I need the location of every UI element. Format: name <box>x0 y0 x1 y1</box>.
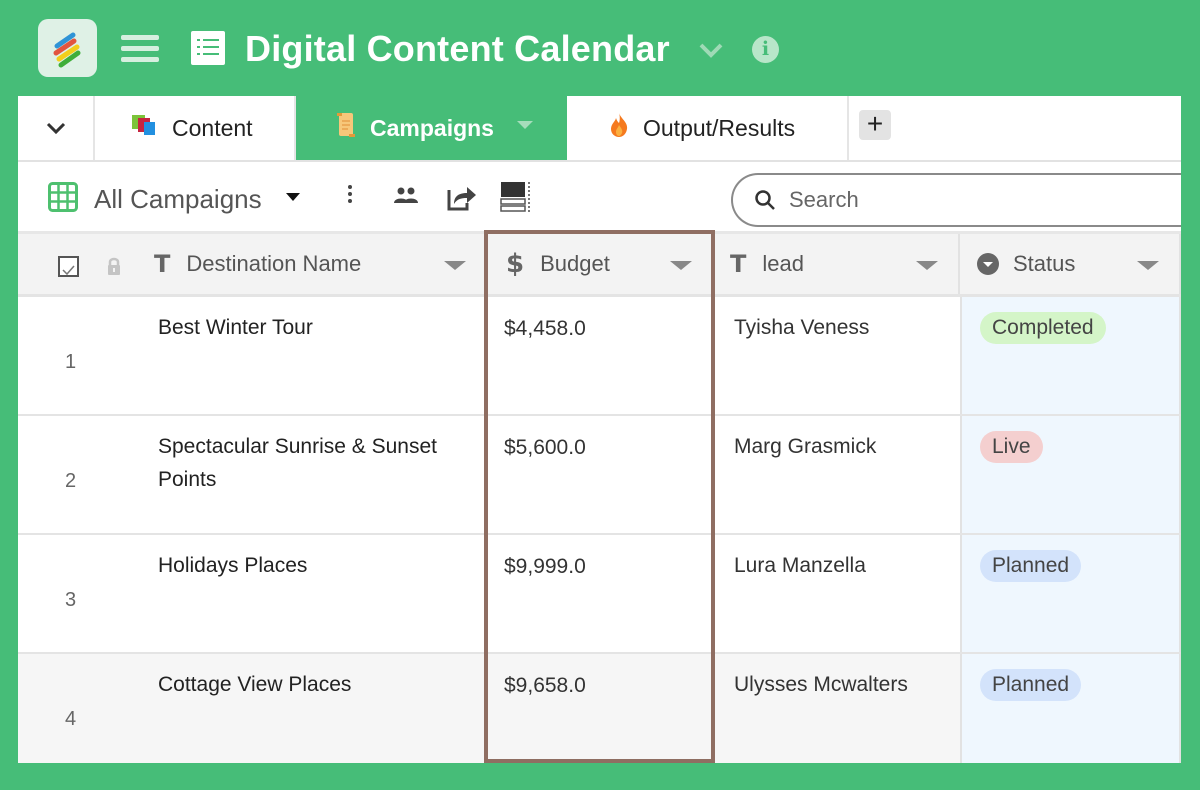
destination-name-cell[interactable]: Holidays Places <box>158 549 478 582</box>
column-header-status[interactable]: Status <box>960 234 1181 294</box>
budget-cell[interactable]: $5,600.0 <box>504 436 586 460</box>
status-badge: Planned <box>980 550 1082 582</box>
fire-icon <box>609 112 629 144</box>
search-input[interactable] <box>789 184 1169 216</box>
select-all-checkbox[interactable] <box>58 256 79 277</box>
row-number: 4 <box>65 708 77 730</box>
app-title[interactable]: Digital Content Calendar <box>245 26 670 72</box>
tab-dropdown-caret-icon[interactable] <box>516 121 533 129</box>
tab-label: Campaigns <box>370 114 494 141</box>
table-row[interactable]: 2 Spectacular Sunrise & Sunset Points $5… <box>18 416 1181 535</box>
table-row[interactable]: 3 Holidays Places $9,999.0 Lura Manzella… <box>18 535 1181 654</box>
column-header-lead[interactable]: T lead <box>714 234 960 294</box>
row-height-icon[interactable] <box>500 181 532 212</box>
status-cell[interactable]: Planned <box>960 535 1181 652</box>
tab-campaigns[interactable]: Campaigns <box>296 96 567 160</box>
lead-cell[interactable]: Ulysses Mcwalters <box>734 668 908 701</box>
tab-content[interactable]: Content <box>95 96 296 160</box>
budget-cell[interactable]: $9,999.0 <box>504 555 586 579</box>
column-menu-caret-icon[interactable] <box>444 261 466 270</box>
list-document-icon <box>191 31 225 65</box>
tab-bar: Content Campaigns Output/Results + <box>18 96 1181 162</box>
status-cell[interactable]: Completed <box>960 297 1181 414</box>
text-type-icon: T <box>730 250 747 278</box>
table-row[interactable]: 4 Cottage View Places $9,658.0 Ulysses M… <box>18 654 1181 763</box>
column-label: Status <box>1013 251 1076 276</box>
search-icon <box>753 188 777 217</box>
column-menu-caret-icon[interactable] <box>1137 261 1159 270</box>
collapse-tabs-button[interactable] <box>18 96 95 160</box>
column-label: Budget <box>540 251 610 276</box>
row-number: 1 <box>65 351 77 373</box>
view-toolbar: All Campaigns <box>18 162 1181 234</box>
lead-cell[interactable]: Marg Grasmick <box>734 430 876 463</box>
hamburger-menu-icon[interactable] <box>121 35 159 65</box>
row-number: 2 <box>65 470 77 492</box>
status-cell[interactable]: Planned <box>960 654 1181 763</box>
lock-icon <box>106 256 122 282</box>
column-label: Destination Name <box>186 251 362 276</box>
column-menu-caret-icon[interactable] <box>670 261 692 270</box>
column-header-budget[interactable]: $ Budget <box>488 234 714 294</box>
status-cell[interactable]: Live <box>960 416 1181 533</box>
grid-header: T Destination Name $ Budget T lead Statu… <box>18 234 1181 297</box>
chevron-down-icon <box>46 122 65 135</box>
single-select-type-icon <box>977 253 999 275</box>
add-tab-button[interactable]: + <box>859 110 891 140</box>
scroll-icon <box>336 112 356 144</box>
column-label: lead <box>762 251 804 276</box>
header-select-cell <box>18 234 138 294</box>
tab-output-results[interactable]: Output/Results <box>567 96 849 160</box>
table-panel: Content Campaigns Output/Results + All C… <box>18 96 1181 763</box>
search-box[interactable] <box>731 173 1181 227</box>
currency-type-icon: $ <box>506 249 525 279</box>
column-menu-caret-icon[interactable] <box>916 261 938 270</box>
status-badge: Planned <box>980 669 1082 701</box>
tab-label: Content <box>172 114 253 141</box>
budget-cell[interactable]: $4,458.0 <box>504 317 586 341</box>
people-icon[interactable] <box>392 186 420 216</box>
destination-name-cell[interactable]: Best Winter Tour <box>158 311 478 344</box>
chevron-down-icon[interactable] <box>697 40 725 60</box>
lead-cell[interactable]: Tyisha Veness <box>734 311 869 344</box>
budget-cell[interactable]: $9,658.0 <box>504 674 586 698</box>
app-logo[interactable] <box>38 19 97 77</box>
stacked-stripes-logo-icon <box>53 32 81 68</box>
lead-cell[interactable]: Lura Manzella <box>734 549 866 582</box>
table-row[interactable]: 1 Best Winter Tour $4,458.0 Tyisha Venes… <box>18 297 1181 416</box>
text-type-icon: T <box>154 250 171 278</box>
view-dropdown-caret-icon[interactable] <box>286 193 300 201</box>
column-header-destination-name[interactable]: T Destination Name <box>138 234 488 294</box>
status-badge: Live <box>980 431 1043 463</box>
row-number: 3 <box>65 589 77 611</box>
info-icon[interactable]: i <box>752 36 779 63</box>
more-options-icon[interactable] <box>344 182 356 212</box>
stacked-squares-icon <box>132 113 158 143</box>
destination-name-cell[interactable]: Cottage View Places <box>158 668 478 701</box>
status-badge: Completed <box>980 312 1106 344</box>
destination-name-cell[interactable]: Spectacular Sunrise & Sunset Points <box>158 430 478 496</box>
tab-label: Output/Results <box>643 114 796 141</box>
view-selector[interactable]: All Campaigns <box>94 183 262 215</box>
grid-view-icon <box>48 182 78 217</box>
share-icon[interactable] <box>445 182 477 212</box>
